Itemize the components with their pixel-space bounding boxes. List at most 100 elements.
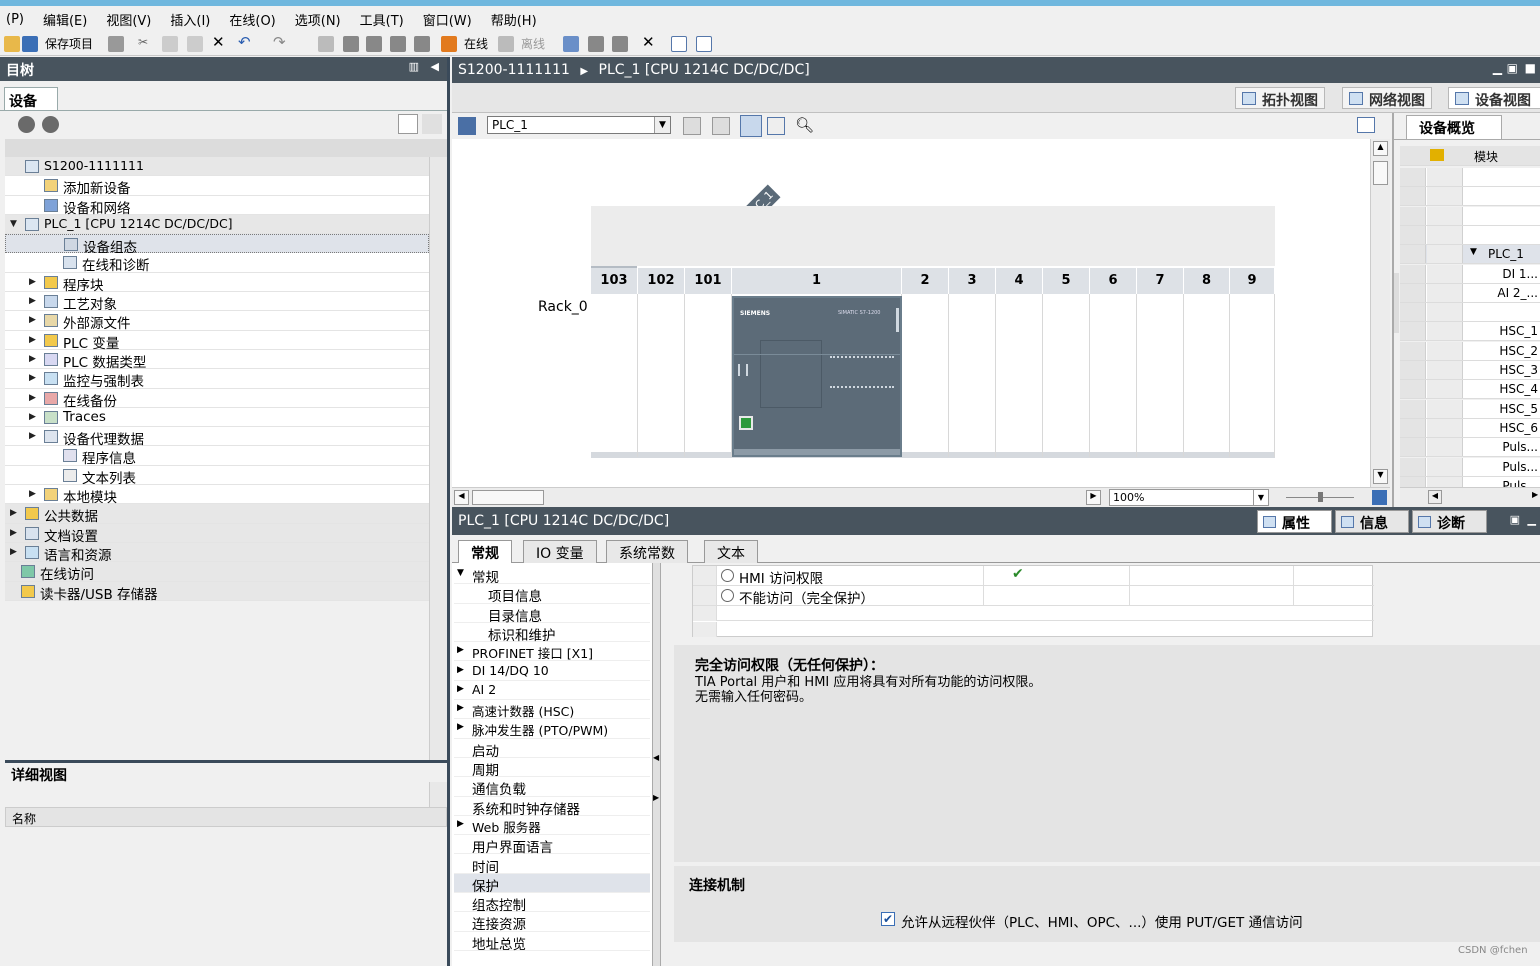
rack-slot[interactable] <box>1230 294 1275 457</box>
tree-item[interactable]: ▶ 设备代理数据 <box>5 427 429 448</box>
tree-item[interactable]: ▶ 文档设置 <box>5 523 429 545</box>
device-select[interactable]: PLC_1 ▼ <box>487 116 671 134</box>
overview-hscroll[interactable]: ◀ ▶ <box>1400 487 1540 507</box>
tree-item[interactable]: S1200-1111111 <box>5 157 429 177</box>
tab-system-constants[interactable]: 系统常数 <box>606 540 688 563</box>
expand-arrow-icon[interactable]: ▶ <box>29 489 36 499</box>
rack-slot[interactable] <box>1184 294 1230 457</box>
menu-online[interactable]: 在线(O) <box>229 10 275 29</box>
cross-reference-icon[interactable] <box>588 36 604 52</box>
upload-icon[interactable] <box>366 36 382 52</box>
tab-device-overview[interactable]: 设备概览 <box>1406 115 1502 139</box>
collapse-nav-icon[interactable]: ◀ <box>653 753 659 762</box>
save-project-button[interactable]: 保存项目 <box>45 35 93 52</box>
tab-properties[interactable]: 属性 <box>1257 510 1332 533</box>
copy-icon[interactable] <box>162 36 178 52</box>
ov-scroll-left-icon[interactable]: ◀ <box>1428 490 1442 504</box>
undo-icon[interactable]: ↶ <box>238 33 251 51</box>
details-view-icon[interactable] <box>398 114 418 134</box>
expand-arrow-icon[interactable]: ▶ <box>29 277 36 287</box>
zoom-icon[interactable]: 🔍︎ <box>795 116 814 134</box>
tree-item[interactable]: ▶ 外部源文件 <box>5 311 429 332</box>
hscroll-thumb[interactable] <box>472 490 544 505</box>
detail-column-name[interactable]: 名称 <box>5 807 447 827</box>
slot-header[interactable]: 8 <box>1184 268 1230 294</box>
slot-header[interactable]: 9 <box>1230 268 1275 294</box>
expand-arrow-icon[interactable]: ▶ <box>10 528 17 538</box>
tab-network-view[interactable]: 网络视图 <box>1342 87 1432 109</box>
overview-row[interactable]: Puls... <box>1400 438 1540 458</box>
scroll-right-icon[interactable]: ▶ <box>1086 490 1101 505</box>
collapse-arrow-icon[interactable]: ▼ <box>457 568 464 578</box>
go-online-icon[interactable] <box>441 36 457 52</box>
canvas-vertical-scrollbar[interactable]: ▲ ▼ <box>1370 139 1390 487</box>
tab-info[interactable]: 信息 <box>1335 510 1409 533</box>
close-editor-icon[interactable]: ✕ <box>642 33 655 51</box>
rack-slot[interactable] <box>902 294 949 457</box>
tab-devices[interactable]: 设备 <box>4 87 58 111</box>
show-module-labels-icon[interactable] <box>683 117 701 135</box>
menu-help[interactable]: 帮助(H) <box>491 10 537 29</box>
tree-item[interactable]: ▶ PLC 变量 <box>5 330 429 352</box>
rack-slot[interactable] <box>1043 294 1090 457</box>
tree-item[interactable]: 读卡器/USB 存储器 <box>5 581 429 603</box>
start-cpu-icon[interactable] <box>414 36 430 52</box>
go-offline-icon[interactable] <box>498 36 514 52</box>
expand-arrow-icon[interactable]: ▶ <box>10 508 17 518</box>
collapse-left-icon[interactable]: ◀ <box>431 60 439 73</box>
go-online-button[interactable]: 在线 <box>464 35 488 52</box>
nav-item[interactable]: ▶ PROFINET 接口 [X1] <box>454 642 650 662</box>
slot-header[interactable]: 3 <box>949 268 996 294</box>
expand-arrow-icon[interactable]: ▶ <box>457 665 464 675</box>
tree-item[interactable]: 设备组态 <box>5 234 429 256</box>
nav-item[interactable]: 保护 <box>454 873 650 895</box>
show-names-icon[interactable] <box>712 117 730 135</box>
slot-header[interactable]: 5 <box>1043 268 1090 294</box>
nav-item[interactable]: ▶ DI 14/DQ 10 <box>454 662 650 681</box>
sync-icon[interactable] <box>422 114 442 134</box>
rack-slot[interactable] <box>638 294 685 457</box>
overview-row[interactable]: HSC_2 <box>1400 341 1540 361</box>
split-vertical-icon[interactable] <box>696 36 712 52</box>
delete-icon[interactable]: ✕ <box>212 33 225 51</box>
nav-item[interactable]: ▶ AI 2 <box>454 681 650 701</box>
expand-arrow-icon[interactable]: ▶ <box>10 547 17 557</box>
simulation-icon[interactable] <box>390 36 406 52</box>
expand-arrow-icon[interactable]: ▶ <box>457 645 464 655</box>
overview-row[interactable]: PLC_1 ▼ <box>1400 245 1540 265</box>
overview-row[interactable] <box>1400 187 1540 207</box>
menu-project[interactable]: (P) <box>6 12 24 27</box>
breadcrumb-project[interactable]: S1200-1111111 <box>458 62 570 78</box>
nav-item[interactable]: ▼ 常规 <box>454 565 650 586</box>
slot-header[interactable]: 7 <box>1137 268 1184 294</box>
expand-arrow-icon[interactable]: ▶ <box>29 373 36 383</box>
nav-item[interactable]: ▶ 高速计数器 (HSC) <box>454 700 650 720</box>
collapse-arrow-icon[interactable]: ▼ <box>10 219 17 229</box>
redo-icon[interactable]: ↷ <box>273 33 286 51</box>
menu-tools[interactable]: 工具(T) <box>360 10 404 29</box>
slot-header[interactable]: 4 <box>996 268 1043 294</box>
menu-insert[interactable]: 插入(I) <box>170 10 210 29</box>
tree-item[interactable]: ▼ PLC_1 [CPU 1214C DC/DC/DC] <box>5 214 429 235</box>
cut-icon[interactable]: ✂ <box>138 35 148 49</box>
menu-options[interactable]: 选项(N) <box>295 10 341 29</box>
go-offline-button[interactable]: 离线 <box>521 35 545 52</box>
overview-row[interactable]: Puls... <box>1400 457 1540 477</box>
expand-arrow-icon[interactable]: ▶ <box>29 296 36 306</box>
forward-icon[interactable] <box>42 116 59 133</box>
overview-row[interactable]: AI 2_... <box>1400 283 1540 303</box>
expand-arrow-icon[interactable]: ▶ <box>29 335 36 345</box>
nav-item[interactable]: 标识和维护 <box>454 623 650 644</box>
ov-scroll-right-icon[interactable]: ▶ <box>1532 490 1540 504</box>
tree-item[interactable]: ▶ 监控与强制表 <box>5 369 429 390</box>
tree-item[interactable]: ▶ 本地模块 <box>5 485 429 506</box>
tree-item[interactable]: ▶ 在线备份 <box>5 388 429 410</box>
expand-arrow-icon[interactable]: ▶ <box>457 684 464 694</box>
split-horizontal-icon[interactable] <box>671 36 687 52</box>
scroll-up-icon[interactable]: ▲ <box>1373 141 1388 156</box>
restore-properties-icon[interactable]: ▣ <box>1510 513 1520 526</box>
zoom-dropdown-icon[interactable]: ▼ <box>1253 490 1268 505</box>
canvas-horizontal-scrollbar[interactable]: ◀ ▶ 100% ▼ <box>452 487 1390 507</box>
overview-toggle-icon[interactable] <box>1357 117 1375 133</box>
restore-editor-icon[interactable]: ▣ <box>1507 61 1518 75</box>
